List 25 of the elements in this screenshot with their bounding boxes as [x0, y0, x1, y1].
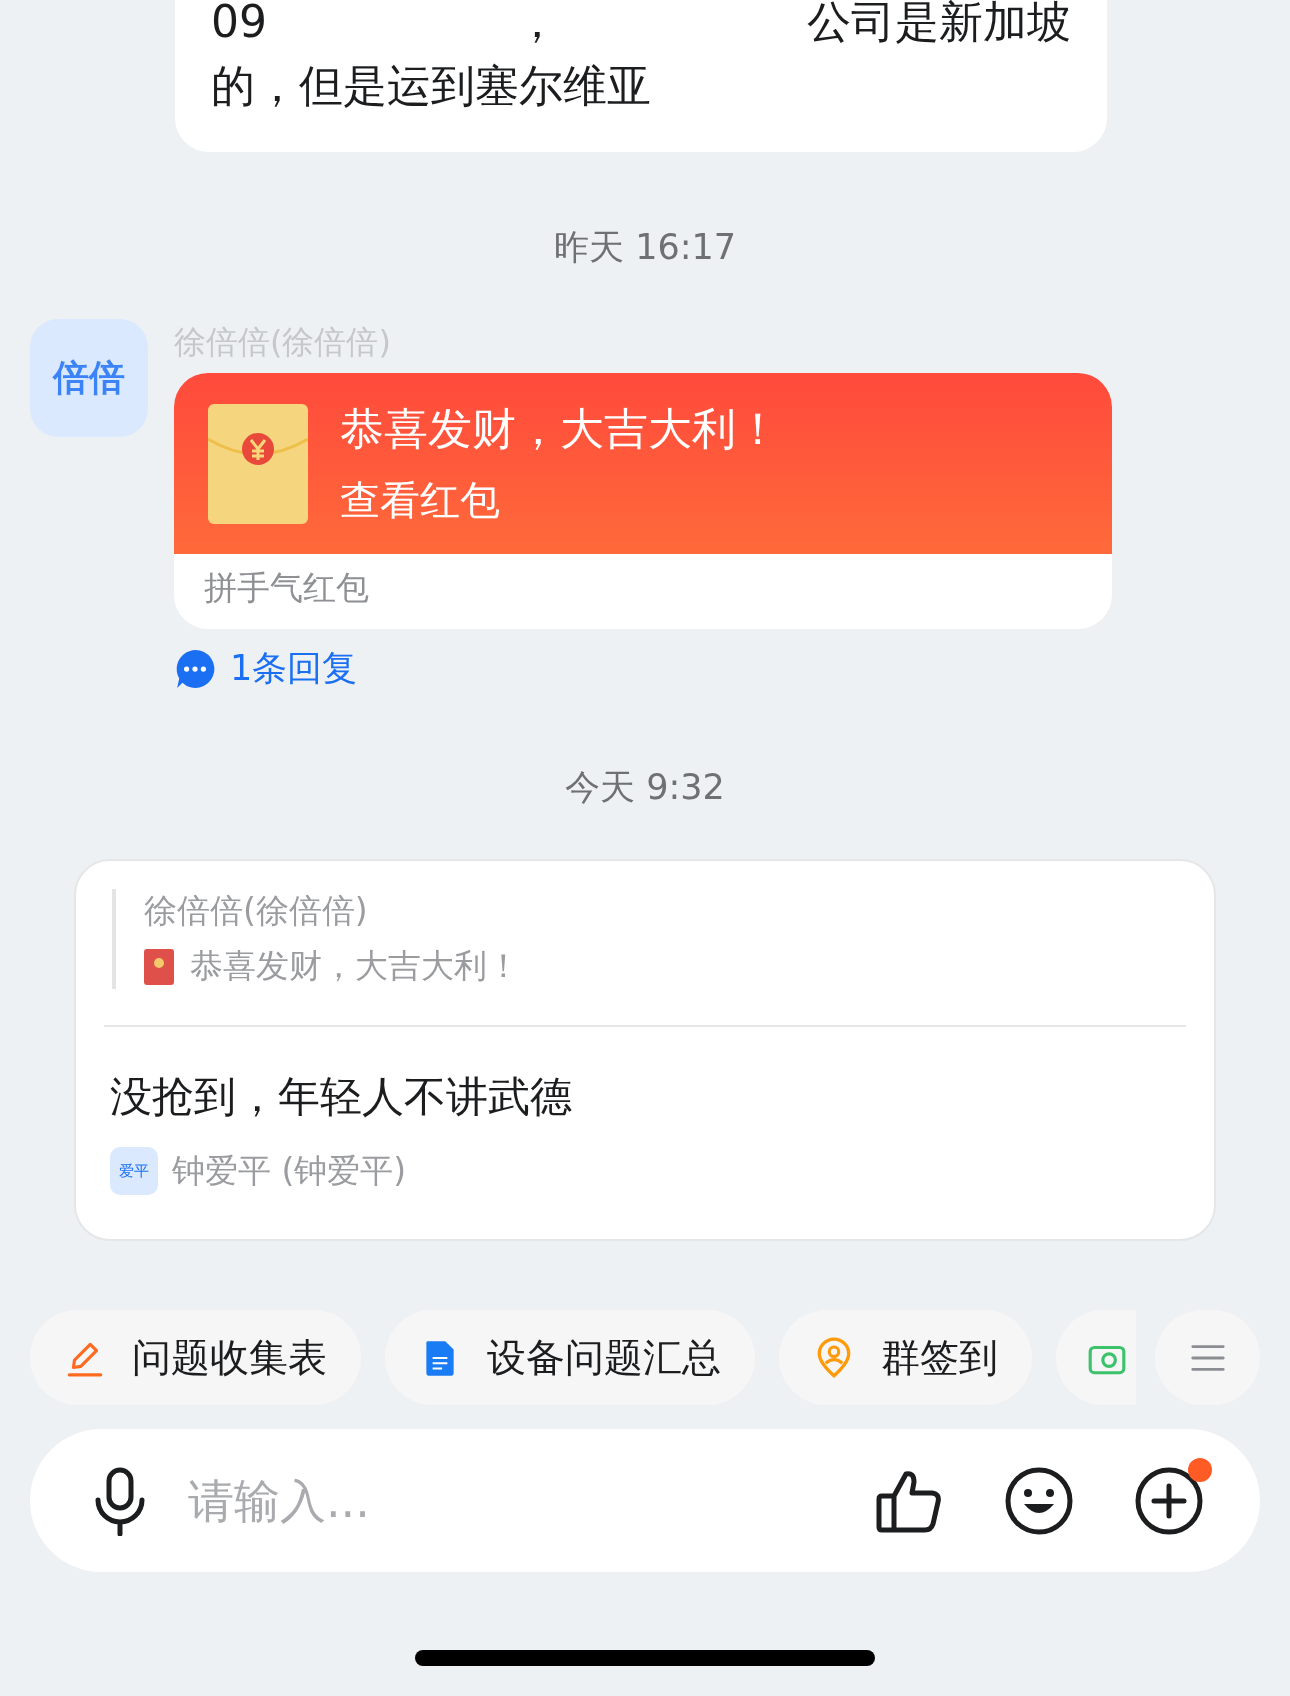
message-text: 公司是新加坡 — [807, 0, 1071, 49]
envelope-icon — [208, 403, 308, 524]
shortcut-chip[interactable]: 群签到 — [779, 1310, 1032, 1405]
quoted-text: 恭喜发财，大吉大利！ — [190, 945, 520, 987]
envelope-greeting: 恭喜发财，大吉大利！ — [340, 401, 780, 456]
avatar[interactable]: 爱平 — [110, 1147, 158, 1195]
add-icon[interactable] — [1134, 1465, 1204, 1536]
message-text: ， — [515, 0, 559, 49]
envelope-open-label: 查看红包 — [340, 475, 501, 525]
envelope-icon — [144, 948, 174, 985]
envelope-type-label: 拼手气红包 — [203, 567, 370, 609]
shortcut-chip[interactable]: 问题收集表 — [30, 1310, 361, 1405]
avatar[interactable]: 倍倍 — [30, 319, 148, 437]
timestamp: 昨天 16:17 — [553, 226, 737, 269]
message-text: 09 — [211, 0, 267, 49]
quoted-sender: 徐倍倍(徐倍倍) — [144, 890, 369, 932]
timestamp: 今天 9:32 — [564, 766, 726, 809]
replies-link[interactable]: 1条回复 — [174, 645, 358, 692]
sender-name: 钟爱平 (钟爱平) — [172, 1149, 407, 1192]
shortcut-chip[interactable]: 设备问题汇总 — [385, 1310, 755, 1405]
chat-bubble-icon — [174, 647, 216, 690]
gift-envelope-card[interactable]: 恭喜发财，大吉大利！ 查看红包 拼手气红包 — [174, 373, 1112, 629]
smiley-icon[interactable] — [1004, 1465, 1074, 1536]
message-text: 没抢到，年轻人不讲武德 — [109, 1071, 573, 1123]
message-text: 的，但是运到塞尔维亚 — [211, 59, 651, 113]
